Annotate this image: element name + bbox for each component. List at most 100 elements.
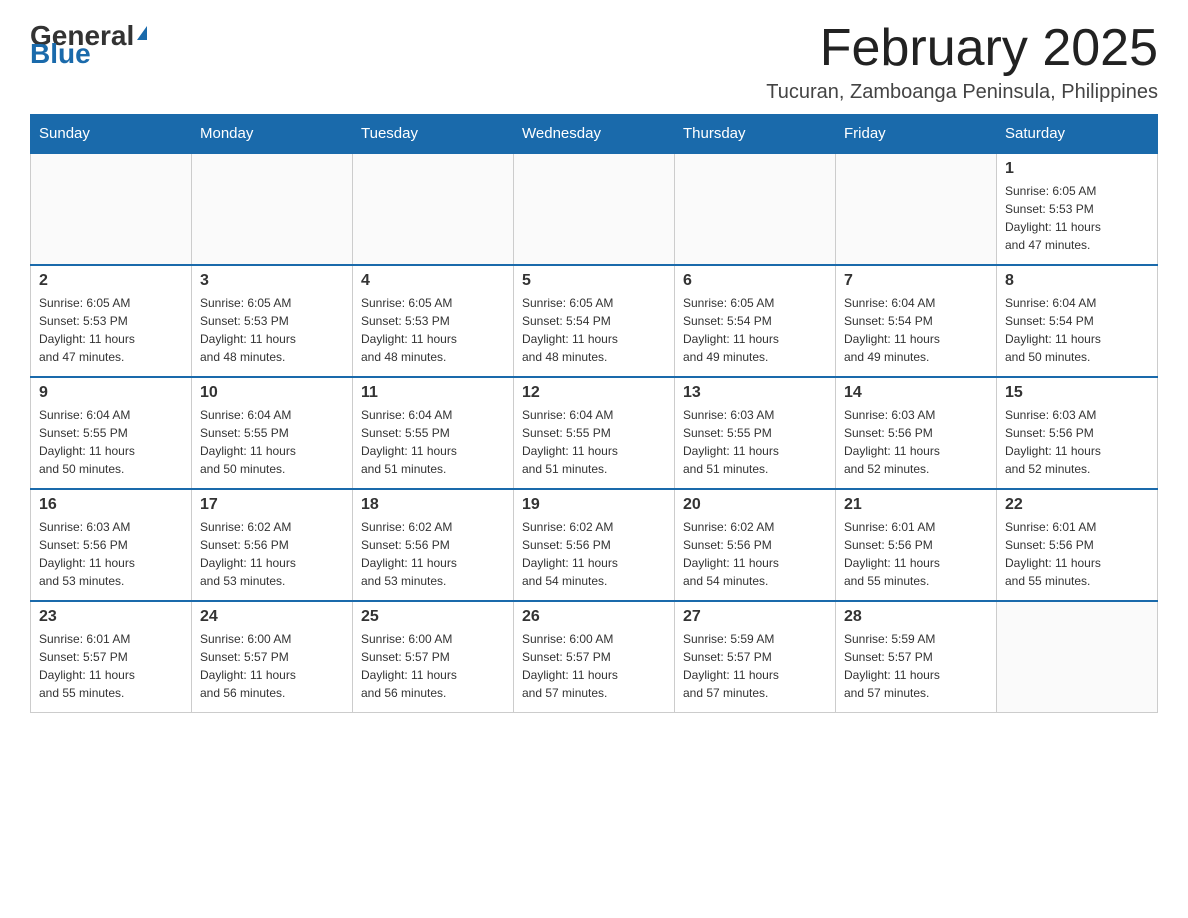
day-of-week-header: Monday [192,115,353,154]
title-section: February 2025 Tucuran, Zamboanga Peninsu… [766,20,1158,104]
day-number: 27 [683,608,827,626]
day-info: Sunrise: 5:59 AM Sunset: 5:57 PM Dayligh… [683,630,827,702]
calendar-cell: 9 Sunrise: 6:04 AM Sunset: 5:55 PM Daylig… [31,377,192,489]
month-year-title: February 2025 [766,20,1158,77]
day-number: 7 [844,272,988,290]
day-info: Sunrise: 6:04 AM Sunset: 5:55 PM Dayligh… [39,406,183,478]
day-of-week-header: Saturday [997,115,1158,154]
day-number: 20 [683,496,827,514]
calendar-cell: 20 Sunrise: 6:02 AM Sunset: 5:56 PM Dayli… [675,489,836,601]
calendar-cell: 4 Sunrise: 6:05 AM Sunset: 5:53 PM Daylig… [353,265,514,377]
day-info: Sunrise: 6:01 AM Sunset: 5:57 PM Dayligh… [39,630,183,702]
calendar-cell [675,153,836,265]
calendar-week-row: 16 Sunrise: 6:03 AM Sunset: 5:56 PM Dayli… [31,489,1158,601]
day-number: 4 [361,272,505,290]
logo-blue-text: Blue [30,38,91,70]
day-number: 28 [844,608,988,626]
day-info: Sunrise: 5:59 AM Sunset: 5:57 PM Dayligh… [844,630,988,702]
day-number: 26 [522,608,666,626]
calendar-cell: 1 Sunrise: 6:05 AM Sunset: 5:53 PM Daylig… [997,153,1158,265]
calendar-cell: 18 Sunrise: 6:02 AM Sunset: 5:56 PM Dayli… [353,489,514,601]
day-of-week-header: Thursday [675,115,836,154]
calendar-cell: 22Sunrise: 6:01 AM Sunset: 5:56 PM Dayli… [997,489,1158,601]
logo: General Blue [30,20,147,70]
calendar-cell [514,153,675,265]
day-number: 1 [1005,160,1149,178]
day-number: 9 [39,384,183,402]
calendar-cell: 26 Sunrise: 6:00 AM Sunset: 5:57 PM Dayli… [514,601,675,713]
calendar-cell: 21 Sunrise: 6:01 AM Sunset: 5:56 PM Dayli… [836,489,997,601]
calendar-cell: 7 Sunrise: 6:04 AM Sunset: 5:54 PM Daylig… [836,265,997,377]
calendar-cell: 15Sunrise: 6:03 AM Sunset: 5:56 PM Dayli… [997,377,1158,489]
day-info: Sunrise: 6:04 AM Sunset: 5:54 PM Dayligh… [1005,294,1149,366]
calendar-cell: 17 Sunrise: 6:02 AM Sunset: 5:56 PM Dayli… [192,489,353,601]
day-number: 12 [522,384,666,402]
calendar-cell: 6Sunrise: 6:05 AM Sunset: 5:54 PM Daylig… [675,265,836,377]
day-info: Sunrise: 6:04 AM Sunset: 5:54 PM Dayligh… [844,294,988,366]
calendar-cell [836,153,997,265]
day-info: Sunrise: 6:02 AM Sunset: 5:56 PM Dayligh… [200,518,344,590]
day-number: 25 [361,608,505,626]
calendar-cell [31,153,192,265]
calendar-cell: 19 Sunrise: 6:02 AM Sunset: 5:56 PM Dayli… [514,489,675,601]
day-number: 24 [200,608,344,626]
day-number: 19 [522,496,666,514]
calendar-cell: 28 Sunrise: 5:59 AM Sunset: 5:57 PM Dayli… [836,601,997,713]
calendar-cell: 5 Sunrise: 6:05 AM Sunset: 5:54 PM Daylig… [514,265,675,377]
day-number: 21 [844,496,988,514]
day-info: Sunrise: 6:02 AM Sunset: 5:56 PM Dayligh… [683,518,827,590]
day-info: Sunrise: 6:05 AM Sunset: 5:53 PM Dayligh… [39,294,183,366]
calendar-table: SundayMondayTuesdayWednesdayThursdayFrid… [30,114,1158,713]
day-info: Sunrise: 6:05 AM Sunset: 5:53 PM Dayligh… [361,294,505,366]
day-info: Sunrise: 6:04 AM Sunset: 5:55 PM Dayligh… [361,406,505,478]
day-info: Sunrise: 6:05 AM Sunset: 5:54 PM Dayligh… [522,294,666,366]
calendar-cell: 3Sunrise: 6:05 AM Sunset: 5:53 PM Daylig… [192,265,353,377]
calendar-week-row: 1 Sunrise: 6:05 AM Sunset: 5:53 PM Daylig… [31,153,1158,265]
day-number: 10 [200,384,344,402]
calendar-week-row: 23 Sunrise: 6:01 AM Sunset: 5:57 PM Dayli… [31,601,1158,713]
calendar-cell: 27 Sunrise: 5:59 AM Sunset: 5:57 PM Dayli… [675,601,836,713]
day-info: Sunrise: 6:00 AM Sunset: 5:57 PM Dayligh… [200,630,344,702]
day-info: Sunrise: 6:00 AM Sunset: 5:57 PM Dayligh… [522,630,666,702]
calendar-header-row: SundayMondayTuesdayWednesdayThursdayFrid… [31,115,1158,154]
day-of-week-header: Sunday [31,115,192,154]
calendar-cell: 10 Sunrise: 6:04 AM Sunset: 5:55 PM Dayli… [192,377,353,489]
day-number: 8 [1005,272,1149,290]
day-number: 2 [39,272,183,290]
day-info: Sunrise: 6:05 AM Sunset: 5:53 PM Dayligh… [200,294,344,366]
calendar-cell: 23 Sunrise: 6:01 AM Sunset: 5:57 PM Dayli… [31,601,192,713]
calendar-cell: 24 Sunrise: 6:00 AM Sunset: 5:57 PM Dayli… [192,601,353,713]
page-header: General Blue February 2025 Tucuran, Zamb… [30,20,1158,104]
calendar-cell: 12 Sunrise: 6:04 AM Sunset: 5:55 PM Dayli… [514,377,675,489]
day-info: Sunrise: 6:00 AM Sunset: 5:57 PM Dayligh… [361,630,505,702]
day-number: 5 [522,272,666,290]
day-number: 16 [39,496,183,514]
day-info: Sunrise: 6:04 AM Sunset: 5:55 PM Dayligh… [522,406,666,478]
day-number: 22 [1005,496,1149,514]
day-of-week-header: Friday [836,115,997,154]
day-of-week-header: Wednesday [514,115,675,154]
day-number: 18 [361,496,505,514]
calendar-cell [192,153,353,265]
location-subtitle: Tucuran, Zamboanga Peninsula, Philippine… [766,81,1158,104]
calendar-cell: 2 Sunrise: 6:05 AM Sunset: 5:53 PM Daylig… [31,265,192,377]
day-of-week-header: Tuesday [353,115,514,154]
day-number: 13 [683,384,827,402]
day-info: Sunrise: 6:05 AM Sunset: 5:53 PM Dayligh… [1005,182,1149,254]
day-info: Sunrise: 6:02 AM Sunset: 5:56 PM Dayligh… [522,518,666,590]
logo-triangle-icon [137,26,147,40]
day-info: Sunrise: 6:01 AM Sunset: 5:56 PM Dayligh… [844,518,988,590]
day-info: Sunrise: 6:03 AM Sunset: 5:56 PM Dayligh… [1005,406,1149,478]
calendar-cell: 25 Sunrise: 6:00 AM Sunset: 5:57 PM Dayli… [353,601,514,713]
day-info: Sunrise: 6:03 AM Sunset: 5:56 PM Dayligh… [39,518,183,590]
calendar-week-row: 9 Sunrise: 6:04 AM Sunset: 5:55 PM Daylig… [31,377,1158,489]
day-info: Sunrise: 6:04 AM Sunset: 5:55 PM Dayligh… [200,406,344,478]
day-info: Sunrise: 6:02 AM Sunset: 5:56 PM Dayligh… [361,518,505,590]
day-number: 11 [361,384,505,402]
day-info: Sunrise: 6:03 AM Sunset: 5:56 PM Dayligh… [844,406,988,478]
day-number: 23 [39,608,183,626]
calendar-cell: 13Sunrise: 6:03 AM Sunset: 5:55 PM Dayli… [675,377,836,489]
day-number: 17 [200,496,344,514]
calendar-cell: 16 Sunrise: 6:03 AM Sunset: 5:56 PM Dayli… [31,489,192,601]
day-number: 6 [683,272,827,290]
